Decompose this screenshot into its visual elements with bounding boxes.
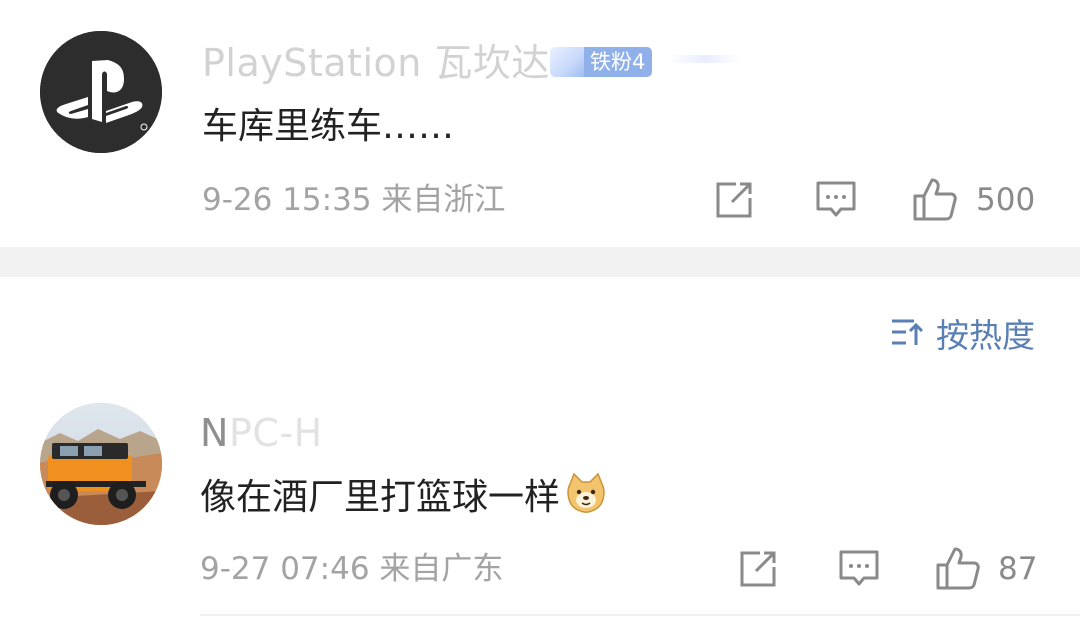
comment-icon[interactable] — [815, 180, 857, 220]
fan-badge-label: 铁粉4 — [584, 47, 653, 77]
comment-text: 车库里练车…… — [202, 106, 455, 147]
avatar[interactable] — [40, 403, 162, 525]
comment-meta: 9-27 07:46 来自广东 — [200, 551, 504, 587]
share-icon[interactable] — [714, 180, 754, 220]
username-first: N — [200, 411, 229, 455]
username[interactable]: PlayStation 瓦坎达 — [202, 40, 550, 86]
diamond-icon — [550, 47, 584, 77]
share-icon[interactable] — [738, 549, 778, 589]
sort-toggle[interactable]: 按热度 — [890, 316, 1035, 356]
username-rest: PC-H — [228, 411, 323, 455]
comment-text: 像在酒厂里打篮球一样 — [200, 477, 561, 518]
comment-icon[interactable] — [838, 549, 880, 589]
comment-meta: 9-26 15:35 来自浙江 — [202, 182, 506, 218]
doge-emoji-icon — [564, 470, 608, 526]
divider — [200, 614, 1080, 616]
sort-label: 按热度 — [936, 316, 1035, 355]
playstation-logo-icon — [40, 31, 162, 153]
avatar[interactable] — [40, 31, 162, 153]
like-count: 87 — [998, 551, 1038, 587]
jeep-photo — [40, 403, 162, 525]
fan-badge[interactable]: 铁粉4 — [550, 47, 653, 77]
comment-text-row: 像在酒厂里打篮球一样 — [200, 470, 608, 526]
username[interactable]: NPC-H — [200, 410, 323, 456]
thumbs-up-icon[interactable] — [935, 545, 981, 591]
sort-icon — [890, 316, 924, 356]
sparkle-decoration — [670, 55, 740, 63]
section-separator — [0, 247, 1080, 277]
thumbs-up-icon[interactable] — [912, 176, 958, 222]
like-count: 500 — [976, 182, 1036, 218]
